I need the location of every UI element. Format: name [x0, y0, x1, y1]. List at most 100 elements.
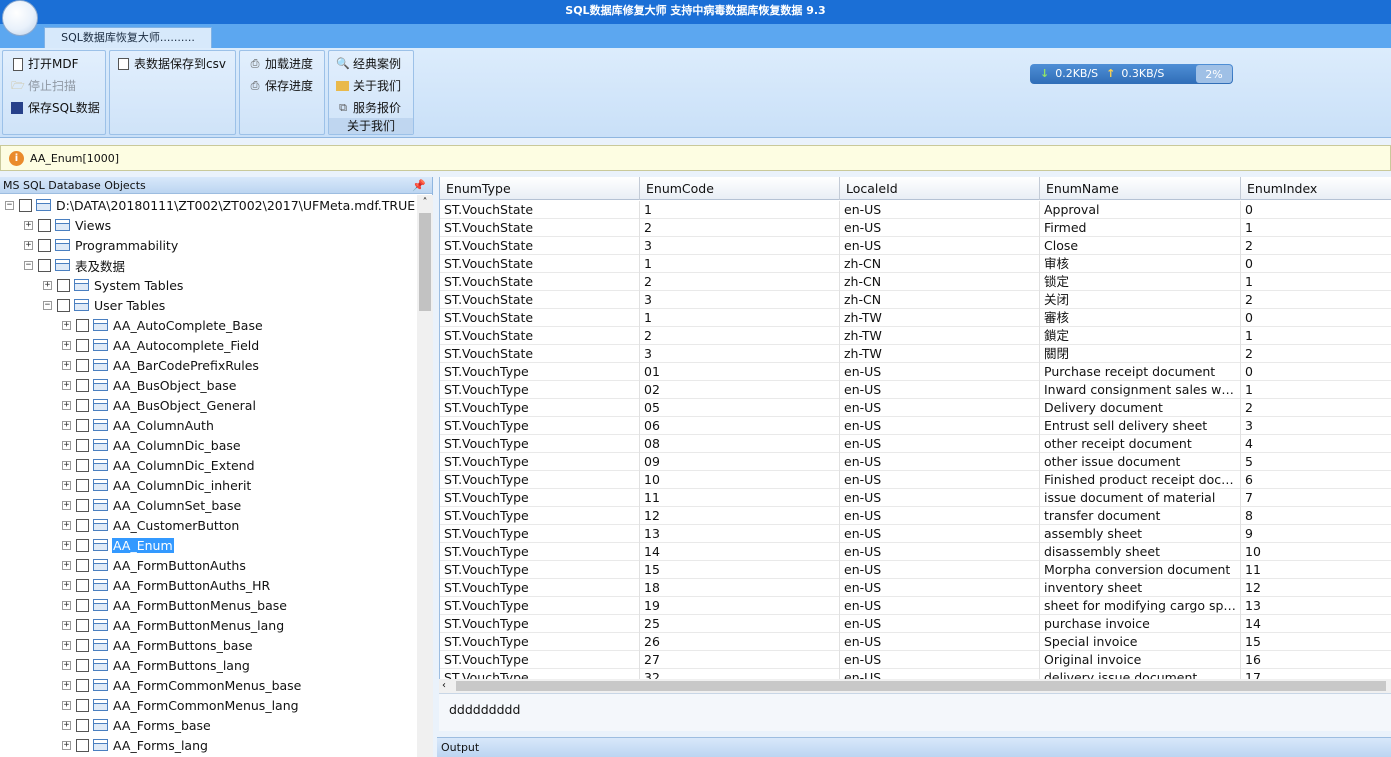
table-cell[interactable]: 12	[1241, 579, 1391, 597]
tree-node[interactable]: + AA_CustomerButton	[62, 515, 240, 535]
tree-checkbox[interactable]	[38, 238, 51, 252]
table-cell[interactable]: 08	[640, 435, 840, 453]
table-row[interactable]: ST.VouchState 3 zh-TW 關閉 2	[440, 345, 1391, 363]
table-cell[interactable]: en-US	[840, 525, 1040, 543]
tree-node[interactable]: + AA_Enum	[62, 535, 174, 555]
table-cell[interactable]: 06	[640, 417, 840, 435]
table-row[interactable]: ST.VouchState 2 en-US Firmed 1	[440, 219, 1391, 237]
table-row[interactable]: ST.VouchState 1 zh-CN 审核 0	[440, 255, 1391, 273]
expand-icon[interactable]: +	[62, 700, 71, 710]
tree-scrollbar[interactable]: ˄	[417, 195, 433, 757]
table-cell[interactable]: ST.VouchType	[440, 381, 640, 399]
table-cell[interactable]: 4	[1241, 435, 1391, 453]
collapse-icon[interactable]: −	[43, 300, 52, 310]
table-cell[interactable]: 2	[640, 273, 840, 291]
table-cell[interactable]: Special invoice	[1040, 633, 1241, 651]
tree-node[interactable]: + AA_ColumnDic_base	[62, 435, 242, 455]
expand-icon[interactable]: +	[62, 720, 71, 730]
table-cell[interactable]: 11	[640, 489, 840, 507]
table-cell[interactable]: 10	[1241, 543, 1391, 561]
table-cell[interactable]: transfer document	[1040, 507, 1241, 525]
table-cell[interactable]: 32	[640, 669, 840, 679]
table-row[interactable]: ST.VouchType 27 en-US Original invoice 16	[440, 651, 1391, 669]
table-cell[interactable]: zh-TW	[840, 327, 1040, 345]
tree-node[interactable]: + AA_BusObject_General	[62, 395, 257, 415]
table-row[interactable]: ST.VouchType 09 en-US other issue document 5	[440, 453, 1391, 471]
tree-checkbox[interactable]	[76, 398, 89, 412]
expand-icon[interactable]: +	[62, 660, 71, 670]
tree-checkbox[interactable]	[76, 338, 89, 352]
collapse-icon[interactable]: −	[24, 260, 33, 270]
table-cell[interactable]: zh-CN	[840, 273, 1040, 291]
tree-checkbox[interactable]	[76, 478, 89, 492]
tree-node[interactable]: + AA_Forms_base	[62, 715, 212, 735]
tree-node[interactable]: − 表及数据	[24, 255, 126, 275]
table-cell[interactable]: ST.VouchType	[440, 651, 640, 669]
about-button[interactable]: 关于我们	[336, 76, 401, 96]
tree-checkbox[interactable]	[76, 678, 89, 692]
hscroll-thumb[interactable]	[456, 681, 1386, 691]
table-cell[interactable]: ST.VouchType	[440, 597, 640, 615]
table-row[interactable]: ST.VouchType 12 en-US transfer document 8	[440, 507, 1391, 525]
table-cell[interactable]: ST.VouchType	[440, 615, 640, 633]
tree-checkbox[interactable]	[19, 198, 32, 212]
tree-checkbox[interactable]	[76, 658, 89, 672]
table-cell[interactable]: sheet for modifying cargo spa...	[1040, 597, 1241, 615]
table-row[interactable]: ST.VouchType 14 en-US disassembly sheet 10	[440, 543, 1391, 561]
table-row[interactable]: ST.VouchState 3 zh-CN 关闭 2	[440, 291, 1391, 309]
tree-node[interactable]: + AA_FormButtonMenus_base	[62, 595, 288, 615]
table-row[interactable]: ST.VouchState 3 en-US Close 2	[440, 237, 1391, 255]
table-cell[interactable]: assembly sheet	[1040, 525, 1241, 543]
grid-horizontal-scrollbar[interactable]: ‹	[439, 679, 1391, 693]
table-cell[interactable]: zh-CN	[840, 255, 1040, 273]
table-cell[interactable]: ST.VouchType	[440, 561, 640, 579]
table-cell[interactable]: 05	[640, 399, 840, 417]
table-row[interactable]: ST.VouchType 15 en-US Morpha conversion doc…	[440, 561, 1391, 579]
table-cell[interactable]: en-US	[840, 507, 1040, 525]
expand-icon[interactable]: +	[62, 640, 71, 650]
table-cell[interactable]: en-US	[840, 597, 1040, 615]
table-cell[interactable]: ST.VouchType	[440, 525, 640, 543]
expand-icon[interactable]: +	[62, 580, 71, 590]
tree-checkbox[interactable]	[76, 378, 89, 392]
expand-icon[interactable]: +	[62, 340, 71, 350]
table-cell[interactable]: en-US	[840, 471, 1040, 489]
tree-node[interactable]: + AA_BarCodePrefixRules	[62, 355, 260, 375]
tree-checkbox[interactable]	[76, 418, 89, 432]
tree-checkbox[interactable]	[76, 558, 89, 572]
table-cell[interactable]: en-US	[840, 615, 1040, 633]
pin-icon[interactable]: 📌	[412, 177, 426, 194]
table-cell[interactable]: Approval	[1040, 201, 1241, 219]
table-cell[interactable]: Purchase receipt document	[1040, 363, 1241, 381]
table-cell[interactable]: 26	[640, 633, 840, 651]
tree-node[interactable]: + AA_AutoComplete_Base	[62, 315, 264, 335]
tree-node[interactable]: + AA_ColumnSet_base	[62, 495, 242, 515]
column-header[interactable]: EnumName	[1040, 177, 1241, 200]
collapse-icon[interactable]: −	[5, 200, 14, 210]
detail-text-area[interactable]: ddddddddd	[439, 693, 1391, 731]
table-cell[interactable]: ST.VouchState	[440, 201, 640, 219]
tree-checkbox[interactable]	[76, 598, 89, 612]
table-cell[interactable]: delivery issue document	[1040, 669, 1241, 679]
table-cell[interactable]: en-US	[840, 399, 1040, 417]
table-cell[interactable]: 关闭	[1040, 291, 1241, 309]
table-cell[interactable]: 01	[640, 363, 840, 381]
tree-checkbox[interactable]	[76, 458, 89, 472]
table-cell[interactable]: zh-TW	[840, 345, 1040, 363]
table-cell[interactable]: 9	[1241, 525, 1391, 543]
table-cell[interactable]: en-US	[840, 543, 1040, 561]
tree-node[interactable]: − D:\DATA\20180111\ZT002\ZT002\2017\UFMet…	[5, 195, 416, 215]
table-cell[interactable]: 09	[640, 453, 840, 471]
table-cell[interactable]: en-US	[840, 561, 1040, 579]
table-cell[interactable]: 3	[1241, 417, 1391, 435]
table-cell[interactable]: ST.VouchType	[440, 489, 640, 507]
tree-checkbox[interactable]	[76, 738, 89, 752]
table-row[interactable]: ST.VouchType 05 en-US Delivery document 2	[440, 399, 1391, 417]
table-cell[interactable]: 關閉	[1040, 345, 1241, 363]
table-cell[interactable]: zh-TW	[840, 309, 1040, 327]
table-row[interactable]: ST.VouchType 18 en-US inventory sheet 12	[440, 579, 1391, 597]
expand-icon[interactable]: +	[62, 740, 71, 750]
table-cell[interactable]: 6	[1241, 471, 1391, 489]
tree-node[interactable]: + AA_FormButtonAuths_HR	[62, 575, 271, 595]
pricing-button[interactable]: ⧉ 服务报价	[336, 98, 401, 118]
